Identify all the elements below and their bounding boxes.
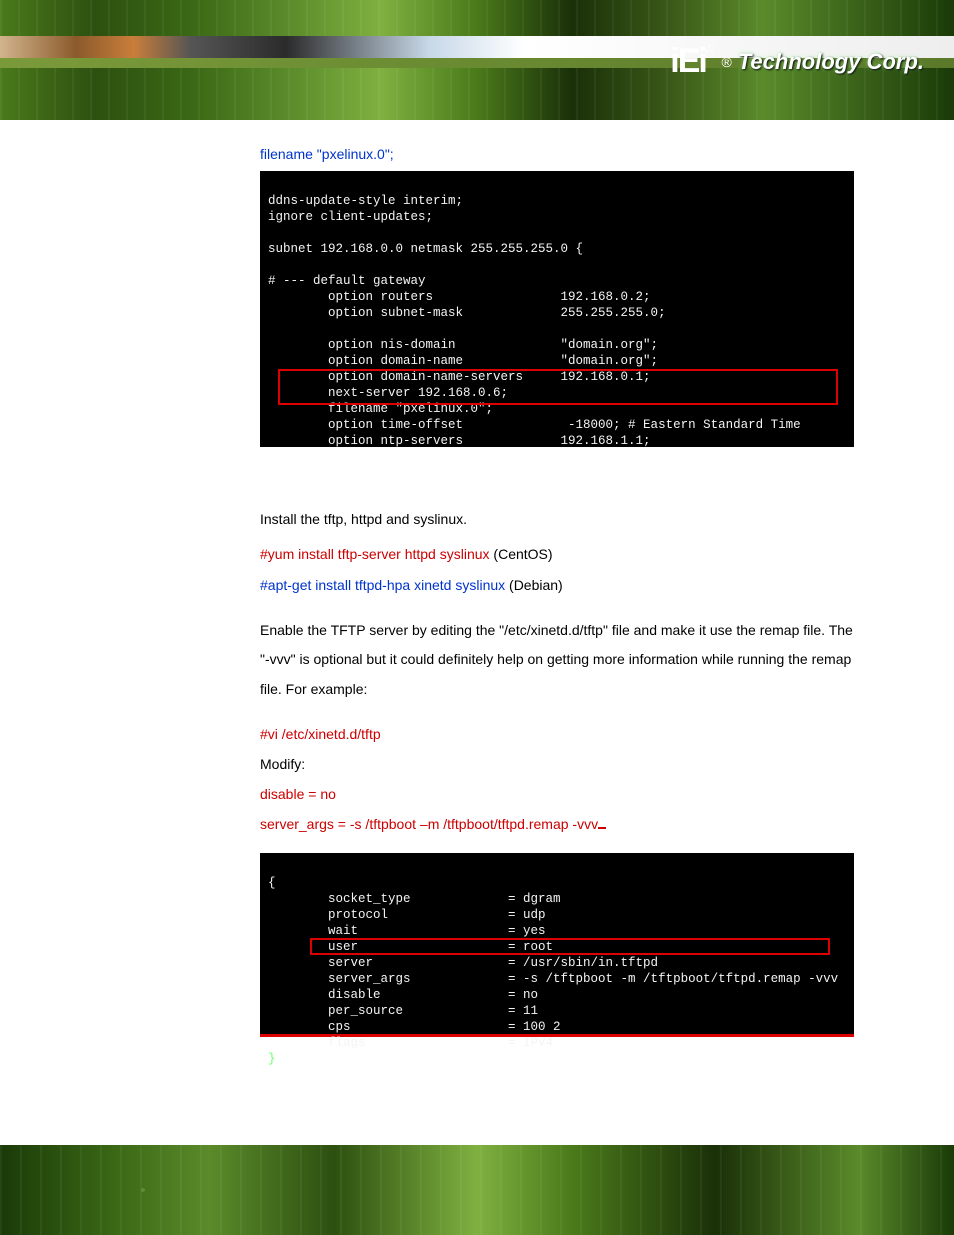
vi-command: #vi /etc/xinetd.d/tftp <box>260 724 854 745</box>
modify-block: #vi /etc/xinetd.d/tftp Modify: disable =… <box>260 724 854 835</box>
yum-command: #yum install tftp-server httpd syslinux <box>260 546 490 562</box>
disable-line: disable = no <box>260 784 854 805</box>
filename-config-line: filename "pxelinux.0"; <box>260 144 854 165</box>
server-args-line: server_args = -s /tftpboot –m /tftpboot/… <box>260 814 854 835</box>
install-intro: Install the tftp, httpd and syslinux. <box>260 509 854 530</box>
brand-name: Technology Corp. <box>738 49 924 75</box>
yum-note: (CentOS) <box>490 546 553 562</box>
brand-block: iEi∴ ® Technology Corp. <box>670 42 924 81</box>
apt-command: #apt-get install tftpd-hpa xinetd syslin… <box>260 577 505 593</box>
registered-symbol: ® <box>721 54 731 70</box>
document-content: filename "pxelinux.0"; ddns-update-style… <box>0 120 954 1037</box>
modify-label: Modify: <box>260 754 854 775</box>
footer-pattern <box>0 1145 954 1235</box>
dhcpd-config-terminal: ddns-update-style interim; ignore client… <box>260 171 854 447</box>
xinetd-config-terminal: { socket_type = dgram protocol = udp wai… <box>260 853 854 1037</box>
apt-note: (Debian) <box>505 577 563 593</box>
page-footer-band <box>0 1145 954 1235</box>
brand-logo: iEi∴ <box>670 42 715 81</box>
page-header-band: iEi∴ ® Technology Corp. <box>0 0 954 120</box>
enable-tftp-paragraph: Enable the TFTP server by editing the "/… <box>260 616 854 704</box>
apt-command-line: #apt-get install tftpd-hpa xinetd syslin… <box>260 575 854 596</box>
yum-command-line: #yum install tftp-server httpd syslinux … <box>260 544 854 565</box>
